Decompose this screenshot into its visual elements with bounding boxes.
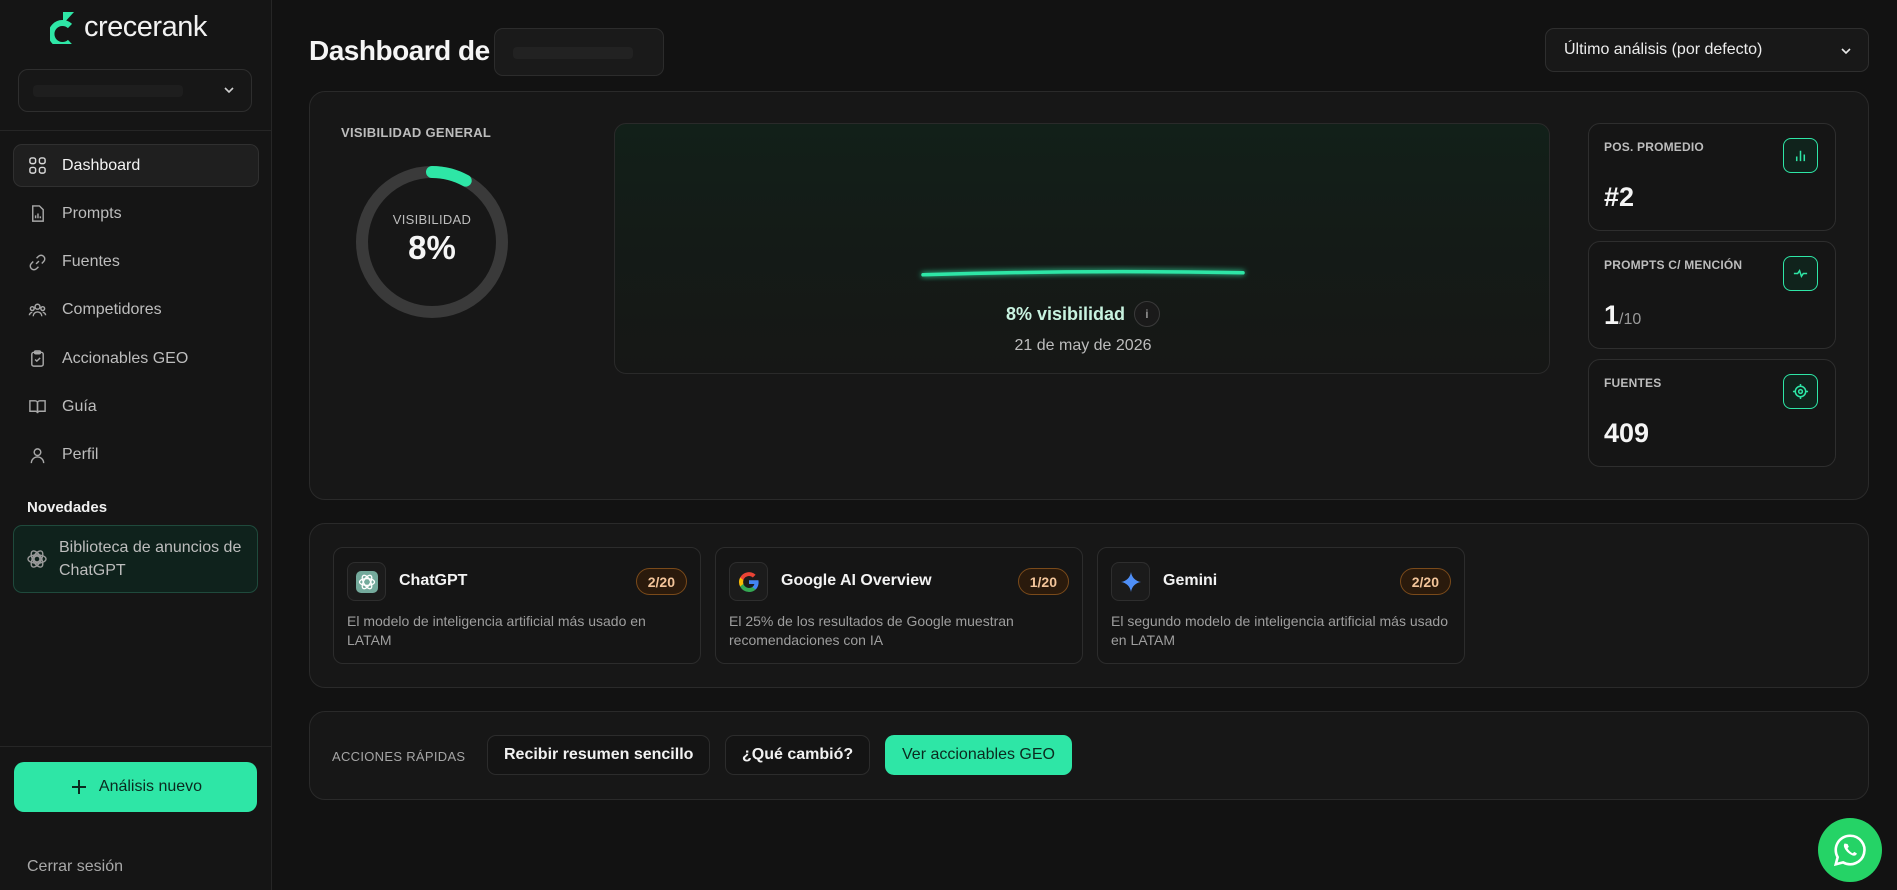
stat-suffix: /10	[1619, 311, 1642, 328]
stat-label: FUENTES	[1604, 376, 1662, 390]
book-icon	[29, 400, 46, 414]
sidebar-divider-bottom	[0, 746, 272, 747]
crecerank-logo-icon	[50, 12, 74, 44]
visibility-chart: 8% visibilidad i 21 de may de 2026	[614, 123, 1550, 374]
chart-value-label: 8% visibilidad	[1005, 303, 1126, 324]
document-chart-icon	[32, 205, 44, 223]
gauge-center: VISIBILIDAD 8%	[354, 164, 510, 320]
analysis-select[interactable]: Último análisis (por defecto)	[1545, 28, 1869, 72]
chart-value-row: 8% visibilidad i	[615, 301, 1549, 327]
models-panel: ChatGPT 2/20 El modelo de inteligencia a…	[309, 523, 1869, 688]
model-name: Google AI Overview	[781, 572, 932, 589]
sidebar: crecerank Dashboard Prompts Fuentes Comp…	[0, 0, 272, 890]
sidebar-item-label: Fuentes	[62, 253, 120, 271]
logout-link[interactable]: Cerrar sesión	[27, 858, 123, 876]
link-icon	[29, 254, 46, 271]
gauge-label: VISIBILIDAD	[392, 211, 472, 227]
chart-date-label: 21 de may de 2026	[1014, 337, 1152, 354]
new-analysis-label: Análisis nuevo	[98, 778, 203, 795]
model-score-badge: 2/20	[1399, 568, 1451, 595]
news-heading: Novedades	[27, 499, 108, 516]
sidebar-item-fuentes[interactable]: Fuentes	[13, 241, 259, 284]
workspace-name-redacted	[33, 85, 183, 97]
openai-icon	[347, 562, 386, 601]
sidebar-item-label: Prompts	[62, 204, 122, 222]
whatsapp-chat-button[interactable]	[1818, 818, 1882, 882]
workspace-selector[interactable]	[18, 69, 252, 112]
sidebar-item-label: Accionables GEO	[62, 349, 189, 367]
bar-chart-icon	[1783, 138, 1818, 173]
target-icon	[1783, 374, 1818, 409]
simple-summary-button[interactable]: Recibir resumen sencillo	[487, 735, 711, 775]
model-score-badge: 1/20	[1017, 568, 1069, 595]
brand-name: crecerank	[84, 10, 207, 43]
sidebar-nav: Dashboard Prompts Fuentes Competidores A…	[13, 144, 259, 482]
grid-icon	[29, 157, 46, 174]
visibility-panel: VISIBILIDAD GENERAL VISIBILIDAD 8% 8% vi…	[309, 91, 1869, 500]
sidebar-item-label: Dashboard	[62, 156, 141, 174]
info-icon[interactable]: i	[1134, 301, 1161, 327]
stat-card-prompts-mention: PROMPTS C/ MENCIÓN 1/10	[1588, 241, 1836, 349]
brand-selector-redacted[interactable]	[494, 28, 664, 76]
gauge-value: 8%	[408, 228, 456, 266]
model-description: El 25% de los resultados de Google muest…	[729, 613, 1014, 648]
sidebar-item-accionables-geo[interactable]: Accionables GEO	[13, 337, 259, 380]
gemini-icon	[1111, 562, 1150, 601]
chevron-down-icon	[1841, 48, 1851, 55]
model-name: Gemini	[1163, 572, 1218, 589]
sidebar-item-competidores[interactable]: Competidores	[13, 289, 259, 332]
model-card-gemini[interactable]: Gemini 2/20 El segundo modelo de intelig…	[1097, 547, 1465, 664]
what-changed-button[interactable]: ¿Qué cambió?	[725, 735, 871, 775]
activity-icon	[1783, 256, 1818, 291]
visibility-section-label: VISIBILIDAD GENERAL	[341, 125, 492, 140]
user-icon	[30, 447, 45, 463]
users-icon	[28, 303, 47, 317]
model-card-google-ai-overview[interactable]: Google AI Overview 1/20 El 25% de los re…	[715, 547, 1083, 664]
brand-logo[interactable]: crecerank	[50, 10, 207, 44]
whatsapp-icon	[1833, 834, 1866, 867]
stat-label: POS. PROMEDIO	[1604, 140, 1704, 154]
news-item-label: Biblioteca de anuncios de ChatGPT	[59, 539, 242, 579]
page-title: Dashboard de	[309, 35, 490, 66]
model-description: El segundo modelo de inteligencia artifi…	[1111, 613, 1448, 648]
model-score-badge: 2/20	[635, 568, 687, 595]
news-item-chatgpt-ads[interactable]: Biblioteca de anuncios de ChatGPT	[13, 525, 258, 593]
plus-icon	[71, 780, 86, 794]
sidebar-item-dashboard[interactable]: Dashboard	[13, 144, 259, 187]
openai-icon	[27, 550, 47, 568]
sidebar-item-perfil[interactable]: Perfil	[13, 434, 259, 477]
stat-label: PROMPTS C/ MENCIÓN	[1604, 258, 1743, 272]
chevron-down-icon	[224, 87, 234, 94]
sidebar-item-label: Perfil	[62, 446, 99, 464]
stat-value: 1/10	[1604, 300, 1642, 330]
stat-value: #2	[1604, 182, 1635, 212]
google-icon	[729, 562, 768, 601]
new-analysis-button[interactable]: Análisis nuevo	[14, 762, 257, 812]
model-card-chatgpt[interactable]: ChatGPT 2/20 El modelo de inteligencia a…	[333, 547, 701, 664]
stat-value: 409	[1604, 418, 1650, 448]
clipboard-check-icon	[31, 350, 44, 367]
sidebar-item-guia[interactable]: Guía	[13, 385, 259, 428]
visibility-series-line	[921, 269, 1245, 277]
model-description: El modelo de inteligencia artificial más…	[347, 613, 646, 648]
view-geo-actions-button[interactable]: Ver accionables GEO	[885, 735, 1072, 775]
analysis-select-value: Último análisis (por defecto)	[1564, 41, 1763, 58]
stat-card-avg-position: POS. PROMEDIO #2	[1588, 123, 1836, 231]
sidebar-divider	[0, 130, 272, 131]
model-name: ChatGPT	[399, 572, 468, 589]
sidebar-item-prompts[interactable]: Prompts	[13, 192, 259, 235]
sidebar-item-label: Competidores	[62, 301, 162, 319]
quick-actions-label: ACCIONES RÁPIDAS	[332, 749, 466, 764]
redacted-brand-name	[513, 47, 633, 59]
stat-card-sources: FUENTES 409	[1588, 359, 1836, 467]
quick-actions-panel: ACCIONES RÁPIDAS Recibir resumen sencill…	[309, 711, 1869, 800]
sidebar-item-label: Guía	[62, 397, 97, 415]
